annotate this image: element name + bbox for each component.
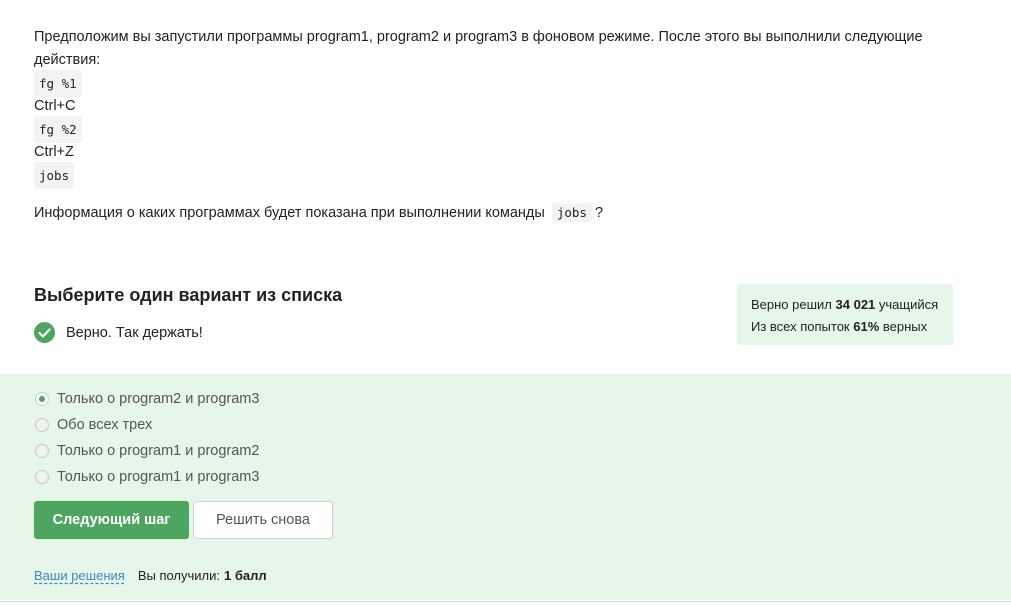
next-step-button[interactable]: Следующий шаг [34, 501, 189, 539]
check-circle-icon [34, 322, 55, 343]
code-jobs: jobs [34, 162, 75, 189]
stats-attempts-percent: 61% [853, 319, 880, 334]
score-prefix: Вы получили: [137, 568, 221, 583]
step-line: Ctrl+Z [34, 141, 964, 164]
step-line: fg %2 [34, 116, 964, 143]
stats-attempts: Из всех попыток 61% верных [751, 316, 939, 338]
question-intro: Предположим вы запустили программы progr… [34, 29, 923, 68]
radio-icon[interactable] [35, 470, 49, 484]
code-fg1: fg %1 [34, 70, 82, 97]
choose-title: Выберите один вариант из списка [34, 285, 343, 305]
verdict: Верно. Так держать! [34, 322, 203, 343]
option-item[interactable]: Только о program2 и program3 [34, 386, 259, 412]
option-label: Только о program1 и program2 [57, 443, 260, 459]
my-solutions-link[interactable]: Ваши решения [34, 568, 125, 583]
question-ask: Информация о каких программах будет пока… [34, 201, 964, 225]
divider [0, 601, 1011, 602]
footer-row: Ваши решения Вы получили: 1 балл [34, 568, 267, 583]
ask-suffix: ? [594, 205, 604, 221]
option-label: Только о program1 и program3 [57, 469, 260, 485]
radio-icon[interactable] [35, 444, 49, 458]
option-item[interactable]: Обо всех трех [34, 412, 259, 438]
ask-code: jobs [551, 203, 592, 222]
step-page: Предположим вы запустили программы progr… [0, 0, 1011, 605]
radio-checked-icon[interactable] [35, 392, 49, 406]
options-list: Только о program2 и program3 Обо всех тр… [34, 386, 259, 490]
step-line: jobs [34, 162, 964, 189]
step-ctrl-z: Ctrl+Z [34, 144, 74, 160]
stats-solved: Верно решил 34 021 учащийся [751, 294, 939, 316]
stats-attempts-prefix: Из всех попыток [751, 319, 850, 334]
stats-box: Верно решил 34 021 учащийся Из всех попы… [737, 284, 953, 345]
stats-attempts-suffix: верных [882, 319, 928, 334]
radio-icon[interactable] [35, 418, 49, 432]
option-label: Обо всех трех [57, 417, 153, 433]
option-item[interactable]: Только о program1 и program2 [34, 438, 259, 464]
option-item[interactable]: Только о program1 и program3 [34, 464, 259, 490]
stats-solved-suffix: учащийся [878, 297, 939, 312]
stats-solved-prefix: Верно решил [751, 297, 832, 312]
verdict-text: Верно. Так держать! [66, 324, 203, 341]
question-text: Предположим вы запустили программы progr… [34, 26, 964, 225]
code-fg2: fg %2 [34, 116, 82, 143]
step-ctrl-c: Ctrl+C [34, 98, 76, 114]
option-label: Только о program2 и program3 [57, 391, 260, 407]
step-line: Ctrl+C [34, 95, 964, 118]
score-value: 1 балл [224, 568, 267, 583]
retry-button[interactable]: Решить снова [193, 501, 333, 539]
answer-zone: Только о program2 и program3 Обо всех тр… [0, 374, 1011, 600]
ask-prefix: Информация о каких программах будет пока… [34, 205, 545, 221]
stats-solved-count: 34 021 [835, 297, 876, 312]
step-line: fg %1 [34, 70, 964, 97]
